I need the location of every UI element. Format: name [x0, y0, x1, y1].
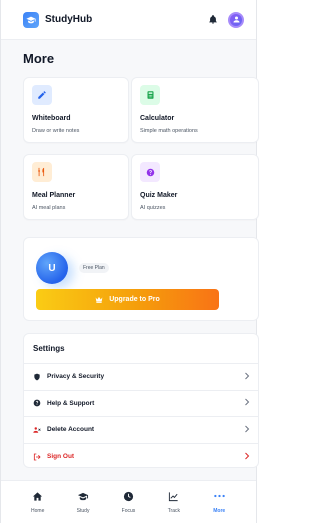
shield-icon — [33, 373, 41, 381]
tool-title: Quiz Maker — [140, 192, 178, 199]
sign-out-button[interactable]: Sign Out — [24, 444, 258, 468]
chevron-right-icon — [244, 452, 250, 462]
settings-item-help[interactable]: Help & Support — [24, 391, 258, 417]
upgrade-label: Upgrade to Pro — [109, 296, 160, 303]
more-dots-icon — [213, 490, 225, 502]
nav-study[interactable]: Study — [65, 490, 101, 514]
app-frame: StudyHub More Whiteboard Draw or write n… — [0, 0, 259, 523]
sign-out-icon — [33, 453, 41, 461]
nav-label: Track — [167, 508, 181, 514]
pen-icon — [32, 85, 52, 105]
delete-user-icon — [33, 426, 41, 434]
plan-card: U Free Plan Upgrade to Pro — [23, 237, 259, 321]
nav-track[interactable]: Track — [156, 490, 192, 514]
home-icon — [32, 490, 44, 502]
question-icon — [140, 162, 160, 182]
graduation-cap-icon — [23, 11, 39, 28]
graduation-cap-icon — [77, 490, 89, 502]
bottom-nav: Home Study Focus Track More — [1, 480, 256, 523]
nav-focus[interactable]: Focus — [110, 490, 146, 514]
chevron-right-icon — [244, 425, 250, 435]
calculator-icon — [140, 85, 160, 105]
settings-card: Settings Privacy & Security Help & Suppo… — [23, 333, 259, 468]
settings-item-label: Help & Support — [47, 399, 95, 407]
crown-icon — [95, 296, 103, 303]
tool-title: Calculator — [140, 115, 175, 122]
plan-badge: Free Plan — [79, 263, 109, 273]
tool-subtitle: Simple math operations — [140, 128, 198, 134]
tool-title: Whiteboard — [32, 115, 71, 122]
tool-subtitle: AI quizzes — [140, 205, 166, 211]
tool-card-whiteboard[interactable]: Whiteboard Draw or write notes — [23, 77, 129, 143]
chevron-right-icon — [244, 372, 250, 382]
tool-title: Meal Planner — [32, 192, 76, 199]
chart-line-icon — [168, 490, 180, 502]
tool-card-quiz-maker[interactable]: Quiz Maker AI quizzes — [131, 154, 259, 220]
chevron-right-icon — [244, 398, 250, 408]
nav-more[interactable]: More — [201, 490, 237, 514]
upgrade-button[interactable]: Upgrade to Pro — [36, 289, 219, 310]
clock-icon — [122, 490, 134, 502]
tool-subtitle: Draw or write notes — [32, 128, 80, 134]
page-title: More — [23, 51, 55, 66]
nav-label: Study — [76, 508, 90, 514]
nav-home[interactable]: Home — [20, 490, 56, 514]
settings-item-label: Sign Out — [47, 453, 75, 461]
settings-item-privacy[interactable]: Privacy & Security — [24, 364, 258, 391]
bell-icon[interactable] — [206, 13, 220, 27]
settings-item-delete-account[interactable]: Delete Account — [24, 417, 258, 444]
app-title: StudyHub — [45, 14, 93, 25]
help-icon — [33, 399, 41, 407]
nav-label: Focus — [121, 508, 136, 514]
tool-subtitle: AI meal plans — [32, 205, 66, 211]
tool-card-calculator[interactable]: Calculator Simple math operations — [131, 77, 259, 143]
user-avatar[interactable] — [228, 11, 244, 28]
tool-card-meal-planner[interactable]: Meal Planner AI meal plans — [23, 154, 129, 220]
utensils-icon — [32, 162, 52, 182]
nav-label: Home — [31, 508, 45, 514]
top-header: StudyHub — [1, 0, 256, 40]
nav-label: More — [213, 508, 226, 514]
settings-item-label: Delete Account — [47, 426, 95, 434]
avatar: U — [36, 252, 68, 284]
settings-item-label: Privacy & Security — [47, 373, 105, 381]
settings-title: Settings — [24, 334, 258, 364]
